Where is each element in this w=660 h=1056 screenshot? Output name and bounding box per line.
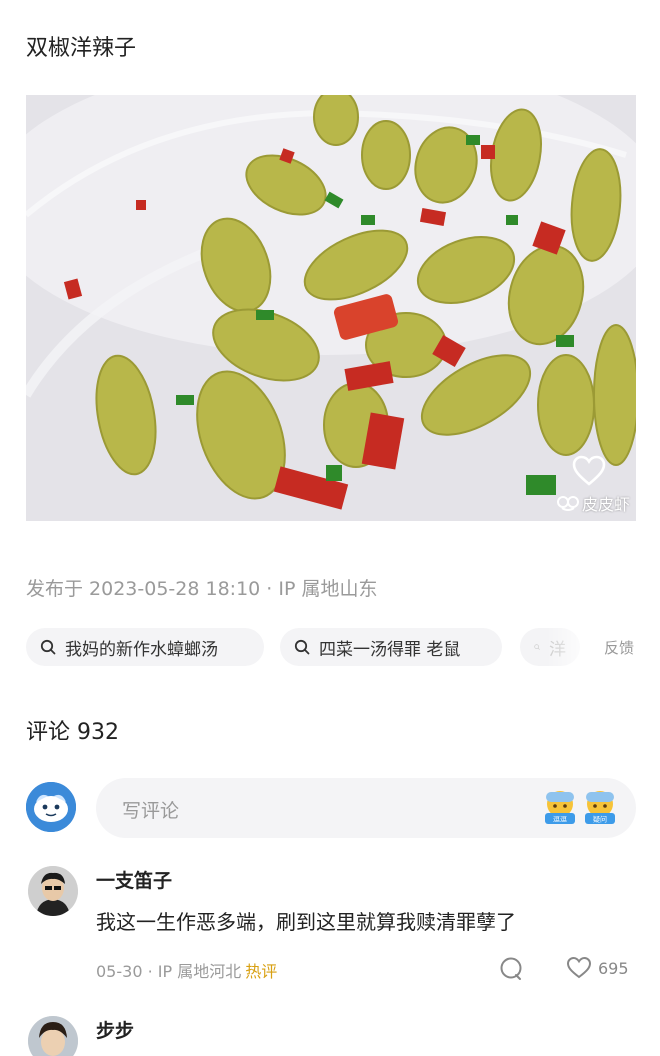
emoji-2-label: 疑问 — [593, 815, 607, 824]
hot-comment-badge: 热评 — [245, 962, 278, 981]
food-photo-illustration — [26, 95, 636, 521]
user-avatar-image — [26, 782, 76, 832]
search-chip[interactable]: 我妈的新作水蟑螂汤 — [26, 628, 264, 666]
search-chip-label: 四菜一汤得罪 老鼠 — [319, 639, 461, 660]
emoji-teasing-icon[interactable]: 逗逗 — [542, 788, 578, 826]
search-icon — [40, 639, 56, 655]
heart-icon — [566, 956, 592, 979]
commenter-name[interactable]: 步步 — [96, 1016, 134, 1043]
chip-fade — [546, 628, 596, 666]
post-meta: 发布于 2023-05-28 18:10 · IP 属地山东 — [26, 578, 378, 600]
search-icon — [294, 639, 310, 655]
comment-text: 我这一生作恶多端，刷到这里就算我赎清罪孽了 — [96, 910, 516, 934]
comment-bubble-icon — [500, 957, 522, 980]
like-count: 695 — [598, 958, 629, 978]
comment-date: 05-30 · IP 属地河北 — [96, 962, 242, 981]
search-chip[interactable]: 四菜一汤得罪 老鼠 — [280, 628, 502, 666]
heart-icon[interactable] — [572, 455, 606, 487]
watermark: 皮皮虾 — [556, 491, 630, 515]
avatar[interactable] — [28, 1016, 78, 1056]
emoji-question-icon[interactable]: 疑问 — [582, 788, 618, 826]
comment-input[interactable]: 写评论 逗逗 疑问 — [96, 778, 636, 838]
comment-meta: 05-30 · IP 属地河北 热评 — [96, 958, 277, 982]
watermark-text: 皮皮虾 — [581, 495, 630, 514]
commenter-name[interactable]: 一支笛子 — [96, 866, 172, 893]
emoji-1-label: 逗逗 — [553, 815, 567, 824]
post-photo[interactable]: 皮皮虾 — [26, 95, 636, 521]
avatar[interactable] — [28, 866, 78, 916]
commenter-avatar-image — [28, 866, 78, 916]
comments-count: 评论 932 — [26, 720, 119, 745]
commenter-avatar-image — [28, 1016, 78, 1056]
reply-button[interactable] — [498, 956, 524, 982]
related-searches: 我妈的新作水蟑螂汤 四菜一汤得罪 老鼠 洋 反馈 — [26, 628, 638, 666]
feedback-link[interactable]: 反馈 — [604, 637, 634, 658]
comment-input-placeholder: 写评论 — [122, 800, 180, 822]
post-title: 双椒洋辣子 — [26, 36, 137, 61]
like-button[interactable]: 695 — [566, 956, 629, 980]
pipixia-logo-icon — [556, 496, 579, 511]
avatar[interactable] — [26, 782, 76, 832]
search-chip-label: 我妈的新作水蟑螂汤 — [65, 639, 218, 660]
search-icon — [534, 644, 540, 650]
